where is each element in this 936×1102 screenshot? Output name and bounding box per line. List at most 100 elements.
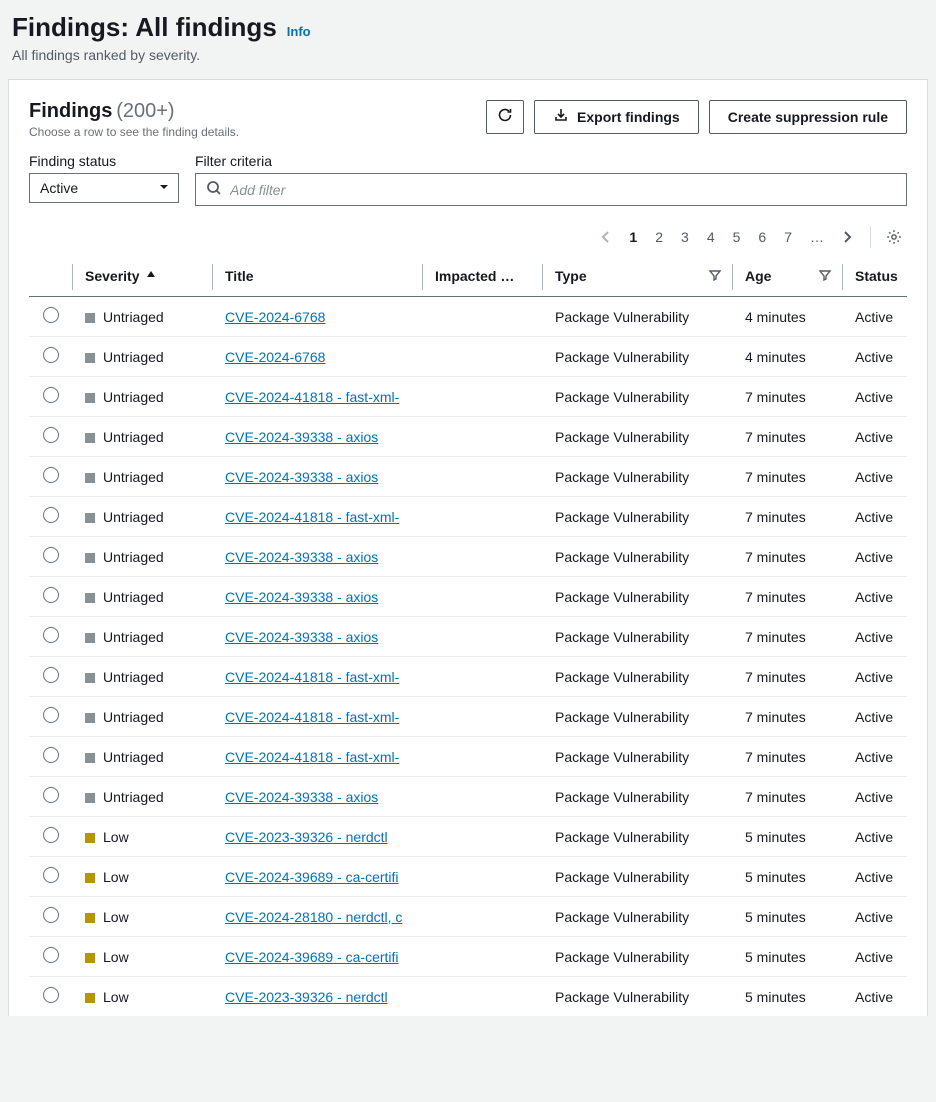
row-select-radio[interactable]: [43, 467, 59, 483]
col-age[interactable]: Age: [733, 258, 843, 297]
impacted-cell: [423, 657, 543, 697]
finding-title-link[interactable]: CVE-2024-39338 - axios: [225, 789, 378, 805]
row-select-radio[interactable]: [43, 707, 59, 723]
severity-label: Untriaged: [103, 349, 164, 365]
col-severity[interactable]: Severity: [73, 258, 213, 297]
row-select-radio[interactable]: [43, 307, 59, 323]
table-row[interactable]: UntriagedCVE-2024-41818 - fast-xml-Packa…: [29, 697, 907, 737]
col-type[interactable]: Type: [543, 258, 733, 297]
col-status[interactable]: Status: [843, 258, 907, 297]
row-select-radio[interactable]: [43, 547, 59, 563]
status-cell: Active: [843, 777, 907, 817]
impacted-cell: [423, 737, 543, 777]
table-row[interactable]: UntriagedCVE-2024-39338 - axiosPackage V…: [29, 577, 907, 617]
table-row[interactable]: UntriagedCVE-2024-41818 - fast-xml-Packa…: [29, 497, 907, 537]
table-row[interactable]: UntriagedCVE-2024-41818 - fast-xml-Packa…: [29, 657, 907, 697]
row-select-radio[interactable]: [43, 987, 59, 1003]
table-row[interactable]: UntriagedCVE-2024-41818 - fast-xml-Packa…: [29, 737, 907, 777]
finding-title-link[interactable]: CVE-2024-39689 - ca-certifi: [225, 949, 399, 965]
finding-title-link[interactable]: CVE-2023-39326 - nerdctl: [225, 989, 388, 1005]
table-row[interactable]: LowCVE-2023-39326 - nerdctlPackage Vulne…: [29, 977, 907, 1017]
finding-title-link[interactable]: CVE-2024-39338 - axios: [225, 429, 378, 445]
table-row[interactable]: UntriagedCVE-2024-39338 - axiosPackage V…: [29, 617, 907, 657]
table-row[interactable]: UntriagedCVE-2024-39338 - axiosPackage V…: [29, 777, 907, 817]
table-row[interactable]: UntriagedCVE-2024-6768Package Vulnerabil…: [29, 297, 907, 337]
page-4[interactable]: 4: [699, 225, 723, 249]
col-title[interactable]: Title: [213, 258, 423, 297]
findings-table: Severity Title Impacted …: [29, 258, 907, 1016]
finding-title-link[interactable]: CVE-2024-39338 - axios: [225, 469, 378, 485]
next-page-button[interactable]: [834, 226, 860, 248]
finding-title-link[interactable]: CVE-2024-39338 - axios: [225, 629, 378, 645]
export-findings-button[interactable]: Export findings: [534, 100, 699, 134]
page-3[interactable]: 3: [673, 225, 697, 249]
prev-page-button[interactable]: [593, 226, 619, 248]
create-suppression-button[interactable]: Create suppression rule: [709, 100, 907, 134]
row-select-radio[interactable]: [43, 387, 59, 403]
finding-title-link[interactable]: CVE-2024-41818 - fast-xml-: [225, 669, 399, 685]
row-select-radio[interactable]: [43, 947, 59, 963]
finding-title-link[interactable]: CVE-2024-39338 - axios: [225, 589, 378, 605]
table-row[interactable]: UntriagedCVE-2024-39338 - axiosPackage V…: [29, 537, 907, 577]
table-row[interactable]: UntriagedCVE-2024-41818 - fast-xml-Packa…: [29, 377, 907, 417]
filter-criteria-input[interactable]: [230, 182, 896, 198]
row-select-radio[interactable]: [43, 627, 59, 643]
status-cell: Active: [843, 937, 907, 977]
info-link[interactable]: Info: [287, 24, 311, 39]
page-7[interactable]: 7: [776, 225, 800, 249]
row-select-radio[interactable]: [43, 667, 59, 683]
row-select-radio[interactable]: [43, 827, 59, 843]
col-severity-label: Severity: [85, 268, 139, 284]
finding-title-link[interactable]: CVE-2023-39326 - nerdctl: [225, 829, 388, 845]
severity-label: Untriaged: [103, 749, 164, 765]
row-select-radio[interactable]: [43, 907, 59, 923]
page-6[interactable]: 6: [750, 225, 774, 249]
finding-title-link[interactable]: CVE-2024-41818 - fast-xml-: [225, 749, 399, 765]
table-row[interactable]: UntriagedCVE-2024-39338 - axiosPackage V…: [29, 417, 907, 457]
finding-title-link[interactable]: CVE-2024-6768: [225, 349, 325, 365]
table-row[interactable]: LowCVE-2024-28180 - nerdctl, cPackage Vu…: [29, 897, 907, 937]
severity-indicator-icon: [85, 633, 95, 643]
impacted-cell: [423, 817, 543, 857]
status-cell: Active: [843, 817, 907, 857]
severity-indicator-icon: [85, 553, 95, 563]
row-select-radio[interactable]: [43, 867, 59, 883]
table-settings-button[interactable]: [881, 224, 907, 250]
status-cell: Active: [843, 337, 907, 377]
row-select-radio[interactable]: [43, 507, 59, 523]
table-row[interactable]: UntriagedCVE-2024-39338 - axiosPackage V…: [29, 457, 907, 497]
caret-down-icon: [158, 180, 170, 196]
row-select-radio[interactable]: [43, 747, 59, 763]
row-select-radio[interactable]: [43, 427, 59, 443]
page-5[interactable]: 5: [725, 225, 749, 249]
refresh-button[interactable]: [486, 100, 524, 134]
finding-title-link[interactable]: CVE-2024-28180 - nerdctl, c: [225, 909, 402, 925]
finding-title-link[interactable]: CVE-2024-6768: [225, 309, 325, 325]
severity-label: Low: [103, 829, 129, 845]
divider: [870, 226, 871, 248]
table-row[interactable]: LowCVE-2024-39689 - ca-certifiPackage Vu…: [29, 857, 907, 897]
col-status-label: Status: [855, 268, 898, 284]
finding-title-link[interactable]: CVE-2024-41818 - fast-xml-: [225, 389, 399, 405]
paginator: 1234567…: [29, 224, 907, 250]
finding-title-link[interactable]: CVE-2024-39338 - axios: [225, 549, 378, 565]
page-1[interactable]: 1: [621, 225, 645, 249]
row-select-radio[interactable]: [43, 787, 59, 803]
finding-title-link[interactable]: CVE-2024-41818 - fast-xml-: [225, 709, 399, 725]
row-select-radio[interactable]: [43, 347, 59, 363]
severity-indicator-icon: [85, 953, 95, 963]
page-2[interactable]: 2: [647, 225, 671, 249]
finding-title-link[interactable]: CVE-2024-39689 - ca-certifi: [225, 869, 399, 885]
table-row[interactable]: LowCVE-2023-39326 - nerdctlPackage Vulne…: [29, 817, 907, 857]
row-select-radio[interactable]: [43, 587, 59, 603]
type-cell: Package Vulnerability: [543, 337, 733, 377]
col-impacted[interactable]: Impacted …: [423, 258, 543, 297]
status-cell: Active: [843, 657, 907, 697]
severity-label: Untriaged: [103, 509, 164, 525]
age-cell: 7 minutes: [733, 617, 843, 657]
table-row[interactable]: Untriaged CVE-2024-6768 Package Vulnerabil…: [29, 337, 907, 377]
finding-status-select[interactable]: Active: [29, 173, 179, 203]
table-row[interactable]: LowCVE-2024-39689 - ca-certifiPackage Vu…: [29, 937, 907, 977]
finding-title-link[interactable]: CVE-2024-41818 - fast-xml-: [225, 509, 399, 525]
status-cell: Active: [843, 977, 907, 1017]
